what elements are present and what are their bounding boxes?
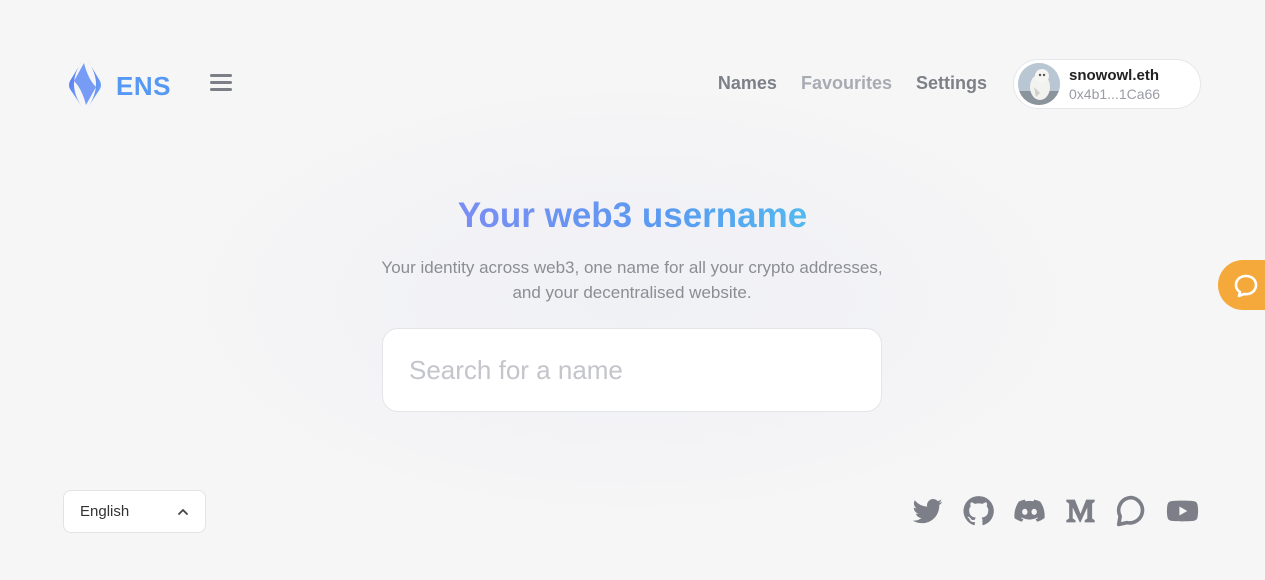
chat-bubble-icon bbox=[1234, 274, 1258, 298]
profile-info: snowowl.eth 0x4b1...1Ca66 bbox=[1069, 67, 1160, 102]
profile-address: 0x4b1...1Ca66 bbox=[1069, 85, 1161, 102]
search-input[interactable] bbox=[383, 329, 881, 411]
page-title: Your web3 username bbox=[0, 196, 1265, 236]
nav-favourites[interactable]: Favourites bbox=[801, 73, 892, 94]
nav-names[interactable]: Names bbox=[718, 73, 777, 94]
discord-icon[interactable] bbox=[1012, 494, 1047, 528]
ens-diamond-icon bbox=[62, 59, 108, 114]
profile-button[interactable]: snowowl.eth 0x4b1...1Ca66 bbox=[1013, 59, 1201, 109]
twitter-icon[interactable] bbox=[910, 494, 945, 528]
profile-name: snowowl.eth bbox=[1069, 66, 1159, 84]
ens-logo[interactable]: ENS bbox=[62, 59, 171, 114]
page-title-text: Your web3 username bbox=[457, 196, 808, 235]
hamburger-menu-icon[interactable] bbox=[210, 74, 232, 94]
top-nav: Names Favourites Settings bbox=[718, 73, 987, 94]
chevron-up-icon bbox=[177, 503, 189, 520]
discourse-icon[interactable] bbox=[1114, 494, 1149, 528]
subtitle-line-1: Your identity across web3, one name for … bbox=[381, 258, 883, 277]
nav-settings[interactable]: Settings bbox=[916, 73, 987, 94]
social-links bbox=[910, 494, 1200, 528]
logo-text: ENS bbox=[116, 71, 171, 101]
subtitle-line-2: and your decentralised website. bbox=[512, 283, 752, 302]
language-selector[interactable]: English bbox=[63, 490, 206, 533]
page-subtitle: Your identity across web3, one name for … bbox=[332, 255, 932, 305]
github-icon[interactable] bbox=[961, 494, 996, 528]
header: ENS Names Favourites Settings snowowl.et… bbox=[0, 0, 1265, 170]
avatar bbox=[1018, 63, 1060, 105]
search-box bbox=[382, 328, 882, 412]
chat-support-button[interactable] bbox=[1218, 260, 1265, 310]
medium-icon[interactable] bbox=[1063, 494, 1098, 528]
language-label: English bbox=[80, 503, 130, 520]
youtube-icon[interactable] bbox=[1165, 494, 1200, 528]
